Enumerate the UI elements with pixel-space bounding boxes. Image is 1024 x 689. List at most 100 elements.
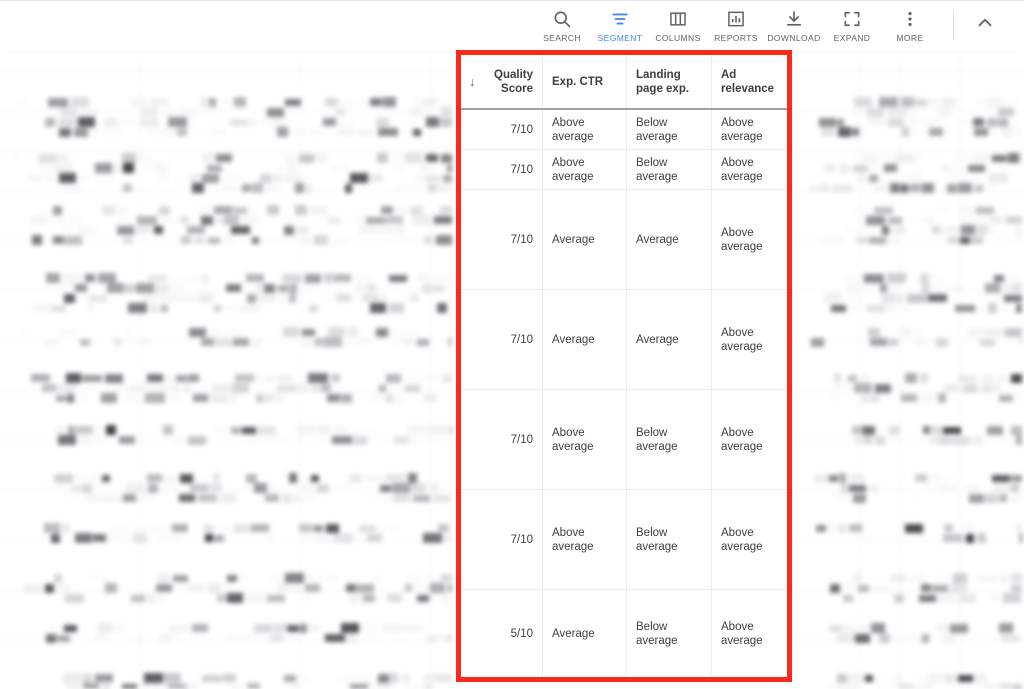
redacted-text-block [353,215,363,225]
toolbar-button-download[interactable]: DOWNLOAD [765,3,823,49]
redacted-text-block [924,216,935,225]
redacted-text-block [1015,226,1023,235]
redacted-text-block [353,436,367,445]
cell-ad-relevance: Above average [712,150,787,189]
cell-ad-relevance: Above average [712,290,787,389]
redacted-text-block [989,129,999,136]
redacted-text-block [122,327,135,337]
redacted-text-block [864,274,884,283]
redacted-text-block [423,374,442,382]
redacted-text-block [34,303,51,313]
table-row[interactable]: 7/10 Average Average Above average [461,290,787,390]
redacted-text-block [252,237,259,244]
redacted-text-block [60,107,77,117]
redacted-text-block [170,273,179,283]
redacted-text-block [834,373,841,383]
redacted-text-block [888,284,900,293]
column-header-quality-score[interactable]: ↓ Quality Score [461,55,543,108]
redacted-text-block [246,593,264,603]
redacted-text-block [1004,98,1021,106]
redacted-text-block [968,328,983,337]
redacted-text-block [262,634,269,643]
redacted-text-block [227,684,244,689]
redacted-text-block [944,524,953,532]
redacted-text-block [841,483,848,493]
redacted-text-block [858,585,869,592]
redacted-text-block [150,98,168,106]
redacted-text-block [150,305,158,312]
redacted-text-block [282,174,302,182]
redacted-text-block [323,337,342,347]
redacted-text-block [830,584,840,593]
table-row[interactable]: 7/10 Above average Below average Above aver… [461,490,787,590]
redacted-text-block [975,185,983,192]
column-header-landing-page-exp[interactable]: Landing page exp. [627,55,712,108]
redacted-text-block [1016,435,1022,445]
toolbar-button-more[interactable]: MORE [881,3,939,49]
redacted-text-block [259,117,272,127]
redacted-text-block [838,524,846,533]
redacted-text-block [440,99,452,106]
redacted-text-block [256,394,263,403]
redacted-text-block [248,205,264,215]
redacted-text-block [370,393,385,403]
redacted-text-block [58,119,77,126]
toolbar-button-reports[interactable]: REPORTS [707,3,765,49]
column-header-ad-relevance[interactable]: Ad relevance [712,55,787,108]
table-row[interactable]: 7/10 Average Average Above average [461,190,787,290]
redacted-text-block [39,163,53,173]
redacted-text-block [405,685,424,689]
redacted-text-block [357,129,375,136]
redacted-text-block [297,675,311,682]
redacted-text-block [986,97,1003,107]
redacted-text-block [441,574,452,582]
redacted-text-block [440,206,452,214]
redacted-text-block [193,394,208,402]
redacted-text-block [323,118,336,126]
redacted-text-block [893,634,904,643]
table-row[interactable]: 5/10 Average Below average Above average [461,590,787,677]
redacted-text-block [970,175,986,182]
redacted-text-block [105,374,123,383]
redacted-text-block [71,155,79,162]
table-row[interactable]: 7/10 Above average Below average Above aver… [461,110,787,150]
redacted-text-block [938,436,952,445]
redacted-text-block [265,494,279,502]
redacted-text-block [821,128,835,136]
redacted-text-block [922,183,934,193]
redacted-text-block [422,98,437,106]
redacted-text-block [367,284,376,292]
redacted-text-block [326,524,339,533]
redacted-text-block [863,153,878,163]
redacted-text-block [159,633,171,643]
column-header-exp-ctr[interactable]: Exp. CTR [543,55,627,108]
redacted-text-block [242,216,259,225]
table-row[interactable]: 7/10 Above average Below average Above aver… [461,390,787,490]
redacted-text-block [297,383,308,393]
toolbar-button-expand[interactable]: EXPAND [823,3,881,49]
redacted-text-block [845,295,862,302]
redacted-text-block [870,338,887,346]
toolbar-button-search[interactable]: SEARCH [533,3,591,49]
redacted-text-block [942,98,956,106]
redacted-text-block [442,226,450,235]
cell-text: Average [636,233,679,246]
redacted-text-block [390,339,402,346]
redacted-text-block [52,108,59,117]
redacted-text-block [867,305,885,312]
redacted-text-block [869,485,879,492]
redacted-text-block [98,623,112,633]
toolbar-button-segment[interactable]: SEGMENT [591,3,649,49]
redacted-text-block [947,184,957,193]
table-row[interactable]: 7/10 Above average Below average Above aver… [461,150,787,190]
toolbar-button-columns[interactable]: COLUMNS [649,3,707,49]
redacted-text-block [392,483,410,493]
redacted-text-block [297,595,311,602]
redacted-text-block [350,173,368,183]
segment-icon [610,8,630,30]
sort-descending-icon: ↓ [469,73,476,89]
table-header-row: ↓ Quality Score Exp. CTR Landing page ex… [461,55,787,110]
collapse-toolbar-button[interactable] [964,3,1006,49]
redacted-text-block [272,174,281,182]
redacted-text-block [299,524,313,532]
